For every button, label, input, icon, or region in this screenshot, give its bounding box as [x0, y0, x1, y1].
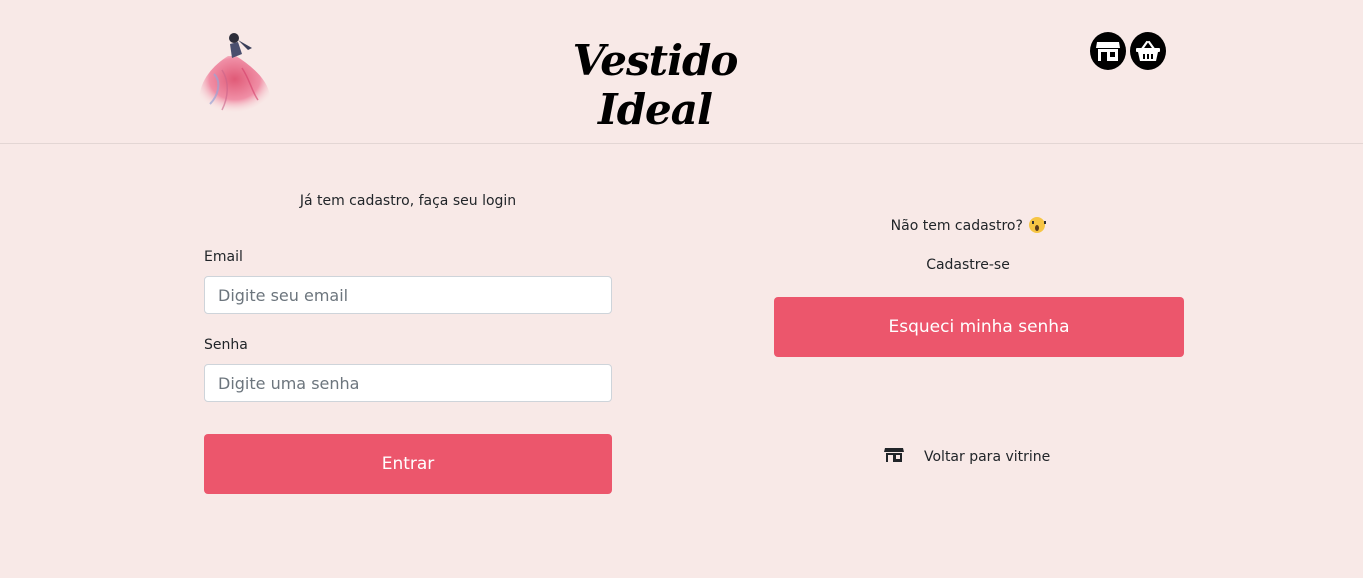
login-heading: Já tem cadastro, faça seu login [299, 193, 517, 209]
store-icon [884, 447, 904, 467]
no-account-prompt: Não tem cadastro? [774, 217, 1162, 234]
email-label: Email [204, 249, 243, 265]
basket-icon[interactable] [1130, 32, 1166, 70]
login-button[interactable]: Entrar [204, 434, 612, 494]
password-field[interactable] [204, 364, 612, 402]
register-link[interactable]: Cadastre-se [774, 257, 1162, 273]
back-to-shop-label: Voltar para vitrine [924, 449, 1051, 465]
brand-title[interactable]: Vestido Ideal [520, 36, 790, 134]
back-to-shop-link[interactable]: Voltar para vitrine [884, 446, 1050, 468]
email-field[interactable] [204, 276, 612, 314]
senha-label: Senha [204, 337, 248, 353]
store-icon[interactable] [1090, 32, 1126, 70]
site-header: Vestido Ideal [0, 0, 1363, 144]
scream-emoji-icon [1029, 217, 1047, 233]
no-account-text: Não tem cadastro? [890, 218, 1023, 234]
dress-logo-icon[interactable] [192, 26, 276, 118]
forgot-password-button[interactable]: Esqueci minha senha [774, 297, 1184, 357]
